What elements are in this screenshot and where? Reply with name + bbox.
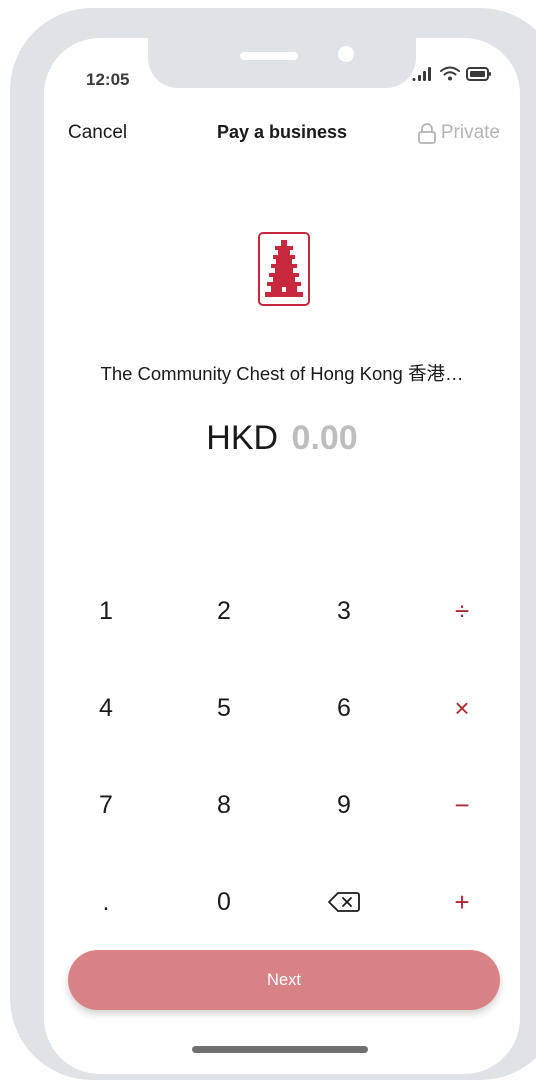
backspace-button[interactable] (304, 872, 384, 932)
phone-frame: 12:05 Pay a business Cancel Private The … (10, 8, 536, 1080)
speaker-grille (240, 52, 298, 60)
key-divide[interactable]: ÷ (422, 581, 502, 641)
signal-bars-icon (412, 66, 431, 81)
key-2[interactable]: 2 (184, 581, 264, 641)
key-3[interactable]: 3 (304, 581, 384, 641)
front-camera (338, 46, 354, 62)
key-decimal[interactable]: . (66, 872, 146, 932)
lock-icon (417, 123, 436, 144)
currency-code: HKD (206, 419, 279, 457)
nav-bar: Pay a business Cancel Private (44, 122, 520, 146)
home-indicator (192, 1046, 368, 1053)
key-4[interactable]: 4 (66, 678, 146, 738)
key-9[interactable]: 9 (304, 775, 384, 835)
key-5[interactable]: 5 (184, 678, 264, 738)
amount-value: 0.00 (291, 419, 358, 457)
key-0[interactable]: 0 (184, 872, 264, 932)
key-6[interactable]: 6 (304, 678, 384, 738)
phone-notch (148, 38, 416, 88)
phone-side-button (10, 240, 16, 314)
wifi-icon (440, 66, 460, 81)
key-8[interactable]: 8 (184, 775, 264, 835)
key-minus[interactable]: − (422, 775, 502, 835)
pagoda-logo-icon (258, 232, 310, 306)
cancel-button[interactable]: Cancel (68, 122, 127, 144)
merchant-name: The Community Chest of Hong Kong 香港… (100, 363, 464, 384)
app-stage: 12:05 Pay a business Cancel Private The … (0, 0, 536, 1088)
phone-side-button (10, 338, 16, 412)
key-plus[interactable]: + (422, 872, 502, 932)
amount-display: HKD 0.00 (44, 419, 520, 458)
key-7[interactable]: 7 (66, 775, 146, 835)
private-toggle[interactable]: Private (417, 122, 500, 144)
phone-screen: 12:05 Pay a business Cancel Private The … (44, 38, 520, 1074)
private-label: Private (440, 122, 500, 143)
key-1[interactable]: 1 (66, 581, 146, 641)
backspace-icon (328, 892, 360, 912)
status-time: 12:05 (86, 70, 130, 89)
next-button[interactable]: Next (68, 950, 500, 1010)
phone-side-button (10, 156, 16, 196)
battery-icon (466, 66, 491, 81)
status-icons (412, 66, 492, 81)
key-multiply[interactable]: × (422, 678, 502, 738)
